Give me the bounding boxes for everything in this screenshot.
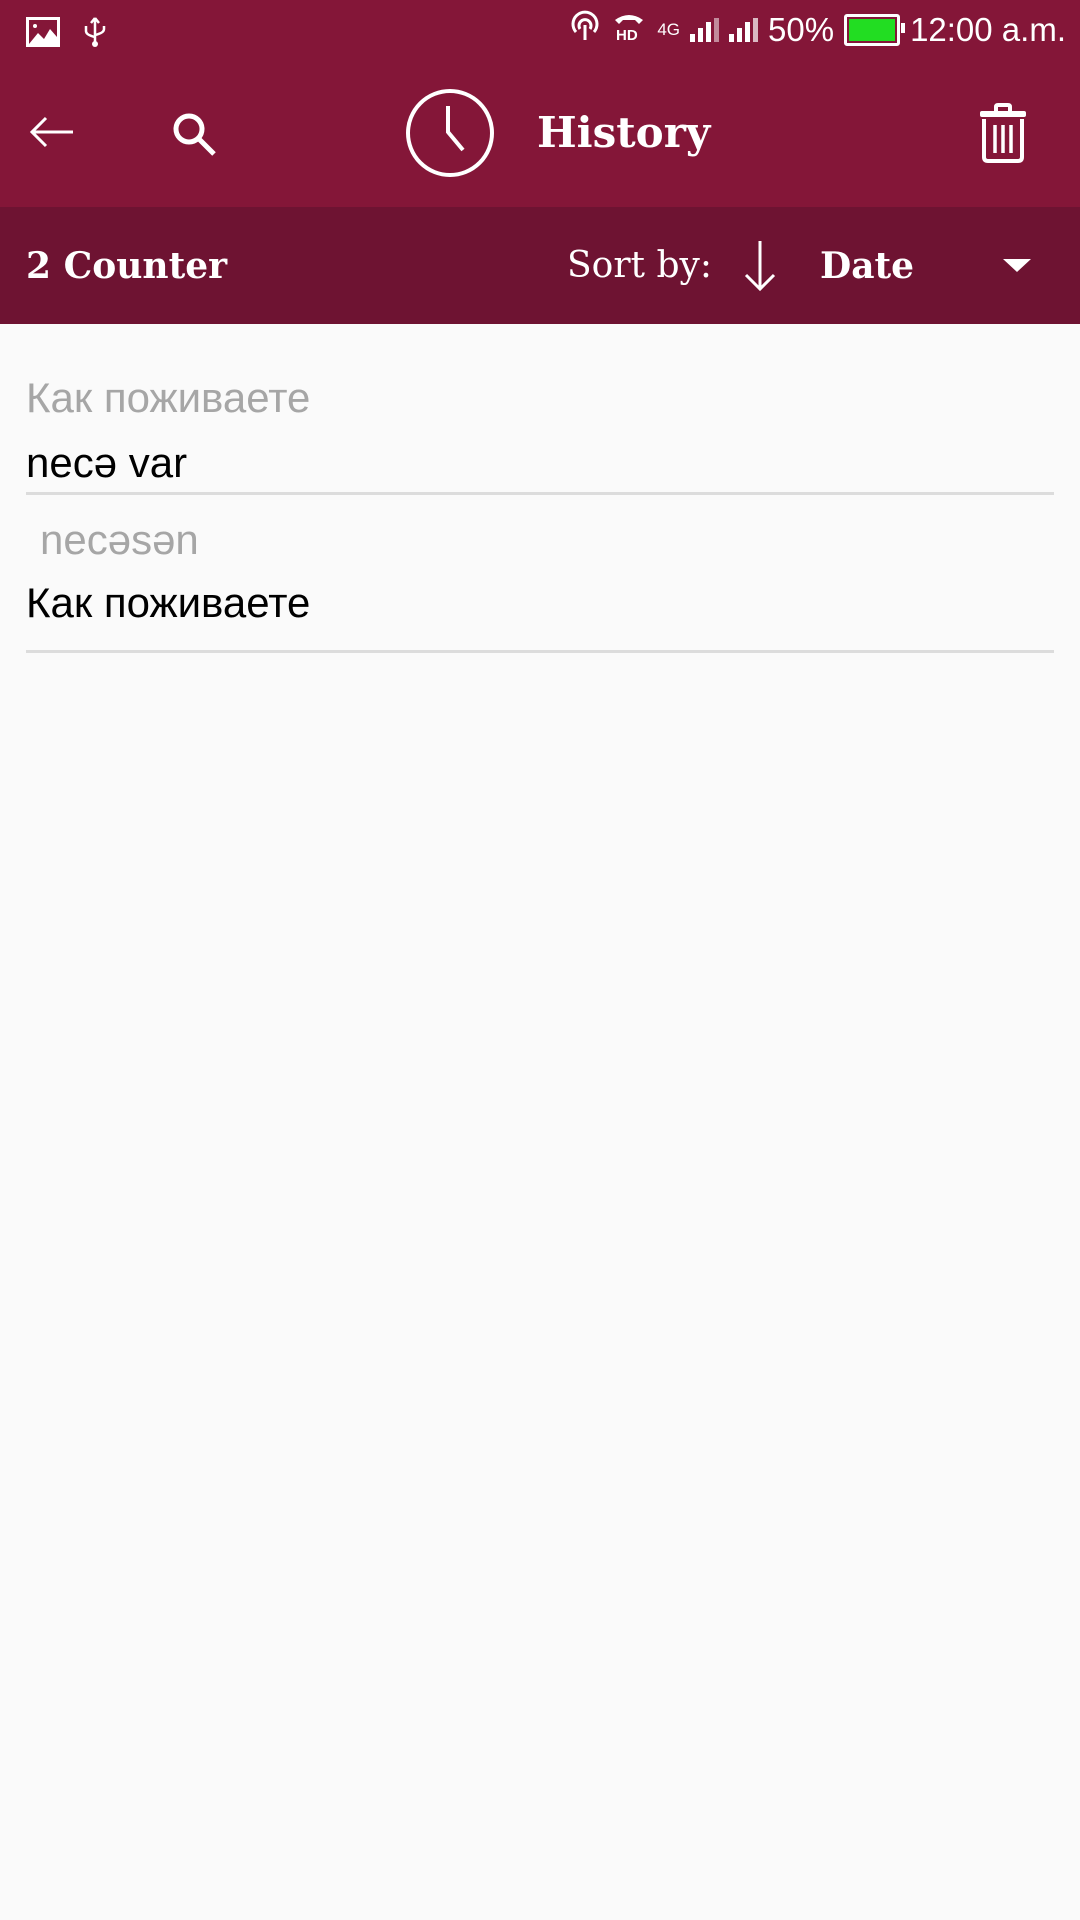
app-bar: History — [0, 64, 1080, 207]
history-item[interactable]: Как поживаете necə var — [26, 324, 1054, 495]
back-button[interactable] — [22, 104, 82, 164]
delete-all-button[interactable] — [970, 100, 1036, 170]
status-bar: HD 4G 50% 12:00 a.m. — [0, 0, 1080, 64]
signal-sim1-icon — [690, 18, 719, 42]
image-icon — [26, 17, 60, 52]
triangle-down-icon[interactable] — [1003, 259, 1031, 272]
battery-icon — [844, 14, 906, 46]
signal-sim2-icon — [729, 18, 758, 42]
svg-text:HD: HD — [616, 27, 638, 42]
network-type: 4G — [657, 20, 680, 39]
page-title: History — [537, 108, 711, 157]
hotspot-icon — [569, 10, 601, 50]
trash-icon — [978, 102, 1028, 168]
sort-select[interactable]: Date — [820, 245, 914, 287]
hd-call-icon: HD — [611, 10, 647, 50]
usb-icon — [82, 16, 108, 53]
sort-bar: 2 Counter Sort by: Date — [0, 207, 1080, 324]
source-text: necəsən — [40, 516, 199, 563]
arrow-left-icon — [29, 115, 75, 154]
sort-label: Sort by: — [567, 245, 712, 286]
history-list: Как поживаете necə var necəsən Как пожив… — [26, 324, 1054, 653]
sort-direction-button[interactable] — [742, 239, 778, 297]
clock-icon — [405, 88, 495, 183]
source-text: Как поживаете — [26, 374, 311, 421]
search-button[interactable] — [162, 104, 226, 168]
history-item[interactable]: necəsən Как поживаете — [26, 495, 1054, 653]
arrow-down-icon — [742, 241, 778, 297]
item-counter: 2 Counter — [26, 245, 228, 287]
search-icon — [170, 110, 218, 163]
clock-time: 12:00 a.m. — [910, 11, 1066, 48]
translation-text: Как поживаете — [26, 579, 311, 626]
battery-percent: 50% — [768, 11, 835, 48]
translation-text: necə var — [26, 439, 188, 486]
